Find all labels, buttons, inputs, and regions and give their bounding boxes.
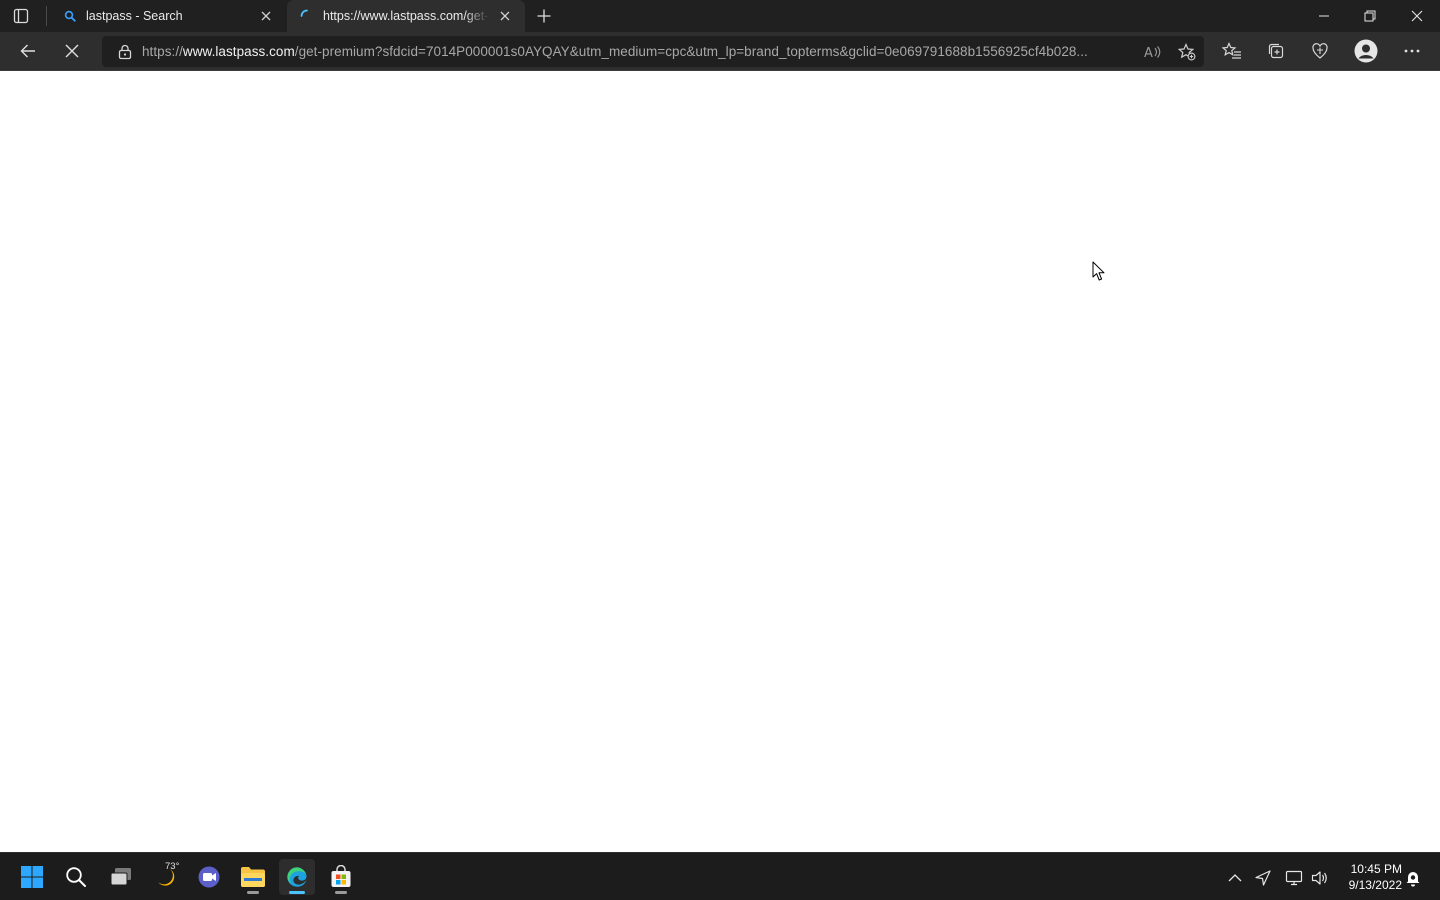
windows-taskbar: 73° 10:45 PM 9/13/2022 [0, 852, 1440, 900]
tab-lastpass-get-premium[interactable]: https://www.lastpass.com/get-premium [287, 0, 525, 32]
url-text[interactable]: https://www.lastpass.com/get-premium?sfd… [142, 44, 1136, 59]
weather-widget-icon[interactable]: 73° [147, 859, 183, 895]
close-window-button[interactable] [1394, 0, 1440, 32]
notification-bell-icon[interactable] [1402, 867, 1424, 889]
system-clock[interactable]: 10:45 PM 9/13/2022 [1336, 861, 1402, 893]
tab-lastpass-search[interactable]: lastpass - Search [50, 0, 286, 32]
lock-icon[interactable] [108, 36, 142, 67]
svg-text:A: A [1144, 46, 1153, 60]
task-view-icon[interactable] [103, 859, 139, 895]
volume-icon[interactable] [1309, 867, 1331, 889]
minimize-button[interactable] [1301, 0, 1347, 32]
close-tab-icon[interactable] [256, 6, 276, 26]
browser-essentials-icon[interactable] [1305, 37, 1335, 65]
loading-spinner-icon [299, 8, 315, 24]
url-prefix: https:// [142, 44, 183, 59]
file-explorer-icon[interactable] [235, 859, 271, 895]
restore-button[interactable] [1347, 0, 1393, 32]
tab-actions-icon[interactable] [12, 7, 30, 25]
url-path: /get-premium?sfdcid=7014P000001s0AYQAY&u… [294, 44, 1088, 59]
favorites-icon[interactable] [1217, 37, 1247, 65]
web-page-content[interactable] [0, 71, 1440, 852]
tab-title: https://www.lastpass.com/get-premium [323, 9, 489, 23]
profile-avatar[interactable] [1351, 37, 1381, 65]
read-aloud-icon[interactable]: A [1136, 36, 1170, 67]
show-hidden-icons-chevron-up-icon[interactable] [1224, 867, 1246, 889]
location-icon[interactable] [1252, 867, 1274, 889]
edge-browser-icon[interactable] [279, 859, 315, 895]
microsoft-store-icon[interactable] [323, 859, 359, 895]
active-indicator [289, 891, 305, 894]
tab-divider [46, 6, 47, 26]
chat-app-icon[interactable] [191, 859, 227, 895]
tab-strip: lastpass - Search https://www.lastpass.c… [0, 0, 1440, 32]
browser-toolbar: https://www.lastpass.com/get-premium?sfd… [0, 32, 1440, 71]
clock-time: 10:45 PM [1350, 862, 1402, 876]
taskbar-search-icon[interactable] [58, 859, 94, 895]
mouse-cursor-icon [1092, 261, 1106, 287]
start-button[interactable] [14, 859, 50, 895]
address-bar[interactable]: https://www.lastpass.com/get-premium?sfd… [102, 36, 1204, 67]
running-indicator [335, 891, 347, 894]
add-favorite-icon[interactable] [1170, 36, 1204, 67]
collections-icon[interactable] [1261, 37, 1291, 65]
more-options-icon[interactable] [1397, 37, 1427, 65]
tab-title: lastpass - Search [86, 9, 183, 23]
url-host: www.lastpass.com [182, 44, 295, 59]
search-icon [62, 8, 78, 24]
stop-loading-button[interactable] [57, 37, 87, 65]
network-icon[interactable] [1283, 867, 1305, 889]
running-indicator [247, 891, 259, 894]
new-tab-button[interactable] [534, 6, 554, 26]
weather-temperature: 73° [165, 861, 180, 872]
back-button[interactable] [13, 37, 43, 65]
clock-date: 9/13/2022 [1348, 878, 1402, 892]
close-tab-icon[interactable] [495, 6, 515, 26]
